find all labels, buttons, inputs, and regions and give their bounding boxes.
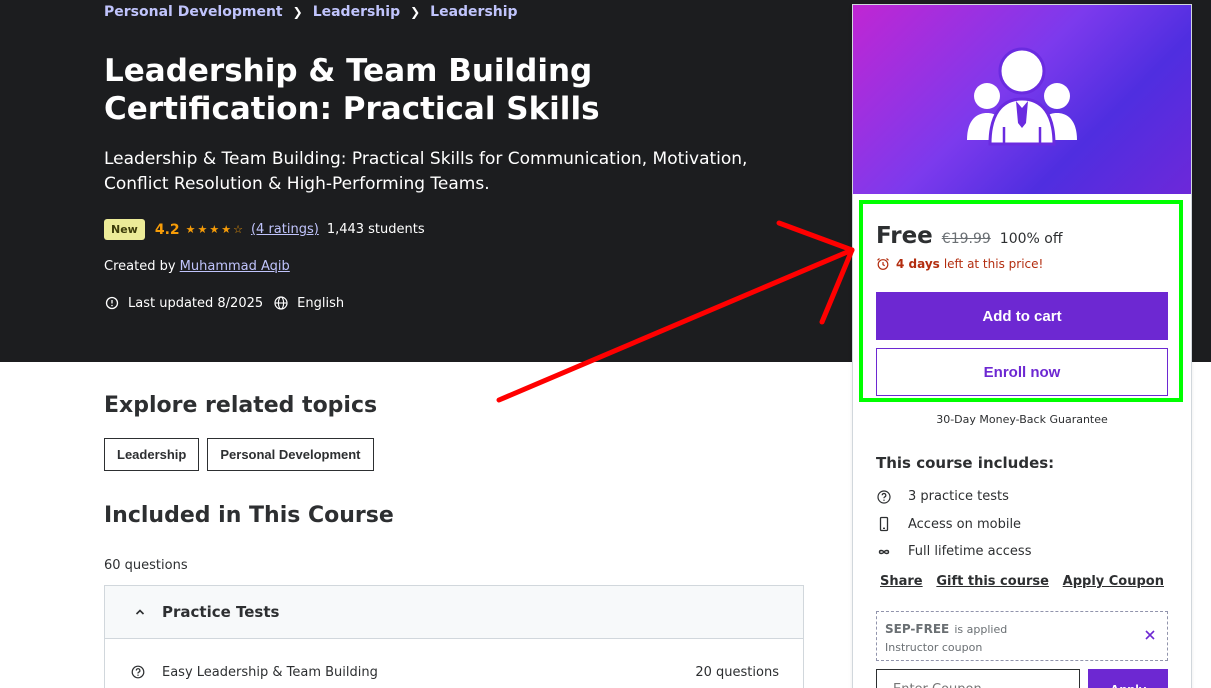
purchase-sidebar: Free €19.99 100% off 4 days left at this… bbox=[852, 4, 1192, 688]
breadcrumb-item-leadership-topic[interactable]: Leadership bbox=[430, 4, 517, 20]
close-icon[interactable] bbox=[1143, 628, 1157, 642]
new-badge: New bbox=[104, 219, 145, 240]
last-updated: Last updated 8/2025 bbox=[128, 295, 264, 311]
money-back-guarantee: 30-Day Money-Back Guarantee bbox=[936, 413, 1108, 426]
questions-count: 60 questions bbox=[104, 558, 188, 573]
practice-tests-accordion: Practice Tests Easy Leadership & Team Bu… bbox=[104, 585, 804, 688]
include-label: Access on mobile bbox=[908, 516, 1022, 532]
sidebar-links: Share Gift this course Apply Coupon bbox=[876, 574, 1168, 589]
globe-icon bbox=[273, 295, 289, 311]
mobile-icon bbox=[876, 516, 892, 532]
breadcrumb-item-personal-development[interactable]: Personal Development bbox=[104, 4, 283, 20]
related-topics-heading: Explore related topics bbox=[104, 393, 378, 418]
chevron-up-icon bbox=[133, 605, 147, 619]
price-row: Free €19.99 100% off bbox=[876, 223, 1062, 249]
add-to-cart-button[interactable]: Add to cart bbox=[876, 292, 1168, 340]
star-rating-icon: ★★★★☆ bbox=[185, 223, 245, 236]
students-count: 1,443 students bbox=[326, 222, 425, 237]
course-title: Leadership & Team Building Certification… bbox=[104, 53, 600, 127]
discount-percent: 100% off bbox=[999, 231, 1063, 247]
question-circle-icon bbox=[131, 665, 145, 679]
created-by-label: Created by bbox=[104, 259, 176, 274]
topic-leadership[interactable]: Leadership bbox=[104, 438, 200, 471]
price-timer: 4 days left at this price! bbox=[876, 257, 1043, 271]
course-preview-image[interactable] bbox=[853, 5, 1191, 194]
instructor-link[interactable]: Muhammad Aqib bbox=[180, 259, 290, 274]
infinity-icon bbox=[876, 544, 892, 560]
rating-value: 4.2 bbox=[154, 221, 180, 238]
breadcrumb: Personal Development ❯ Leadership ❯ Lead… bbox=[104, 4, 518, 20]
current-price: Free bbox=[876, 223, 933, 249]
gift-course-link[interactable]: Gift this course bbox=[936, 574, 1049, 589]
topic-personal-development[interactable]: Personal Development bbox=[207, 438, 374, 471]
test-question-count: 20 questions bbox=[695, 664, 779, 680]
chevron-right-icon: ❯ bbox=[292, 5, 303, 19]
timer-text: left at this price! bbox=[943, 257, 1044, 271]
breadcrumb-item-leadership[interactable]: Leadership bbox=[313, 4, 400, 20]
chevron-right-icon: ❯ bbox=[410, 5, 421, 19]
ratings-count-link[interactable]: (4 ratings) bbox=[251, 222, 319, 237]
alarm-clock-icon bbox=[876, 257, 890, 271]
coupon-input[interactable] bbox=[876, 669, 1080, 688]
share-link[interactable]: Share bbox=[880, 574, 923, 589]
coupon-applied-text: is applied bbox=[954, 623, 1008, 636]
test-name: Easy Leadership & Team Building bbox=[162, 664, 378, 680]
created-by: Created by Muhammad Aqib bbox=[104, 259, 290, 274]
original-price: €19.99 bbox=[941, 231, 991, 247]
accordion-title: Practice Tests bbox=[162, 603, 280, 621]
rating-row: New 4.2 ★★★★☆ (4 ratings) 1,443 students bbox=[104, 219, 425, 240]
includes-list: 3 practice tests Access on mobile Full l… bbox=[876, 483, 1031, 566]
course-subtitle: Leadership & Team Building: Practical Sk… bbox=[104, 149, 748, 194]
team-people-icon bbox=[967, 47, 1077, 145]
coupon-type: Instructor coupon bbox=[885, 641, 983, 654]
list-item: Full lifetime access bbox=[876, 538, 1031, 566]
question-circle-icon bbox=[876, 489, 892, 505]
list-item: Access on mobile bbox=[876, 511, 1031, 539]
apply-coupon-link[interactable]: Apply Coupon bbox=[1063, 574, 1164, 589]
accordion-header[interactable]: Practice Tests bbox=[105, 586, 803, 639]
coupon-code: SEP-FREE bbox=[885, 622, 950, 636]
included-heading: Included in This Course bbox=[104, 503, 394, 528]
include-label: Full lifetime access bbox=[908, 544, 1032, 560]
list-item: 3 practice tests bbox=[876, 483, 1031, 511]
apply-coupon-button[interactable]: Apply bbox=[1088, 669, 1168, 688]
timer-days: 4 days bbox=[896, 257, 940, 271]
list-item[interactable]: Easy Leadership & Team Building 20 quest… bbox=[105, 639, 803, 688]
applied-coupon: SEP-FREE is applied Instructor coupon bbox=[876, 611, 1168, 661]
includes-title: This course includes: bbox=[876, 454, 1055, 472]
course-meta: Last updated 8/2025 English bbox=[104, 295, 344, 311]
course-language: English bbox=[297, 295, 345, 311]
enroll-now-button[interactable]: Enroll now bbox=[876, 348, 1168, 396]
related-topics: Leadership Personal Development bbox=[104, 438, 374, 471]
include-label: 3 practice tests bbox=[908, 489, 1009, 505]
alert-clock-icon bbox=[104, 295, 120, 311]
